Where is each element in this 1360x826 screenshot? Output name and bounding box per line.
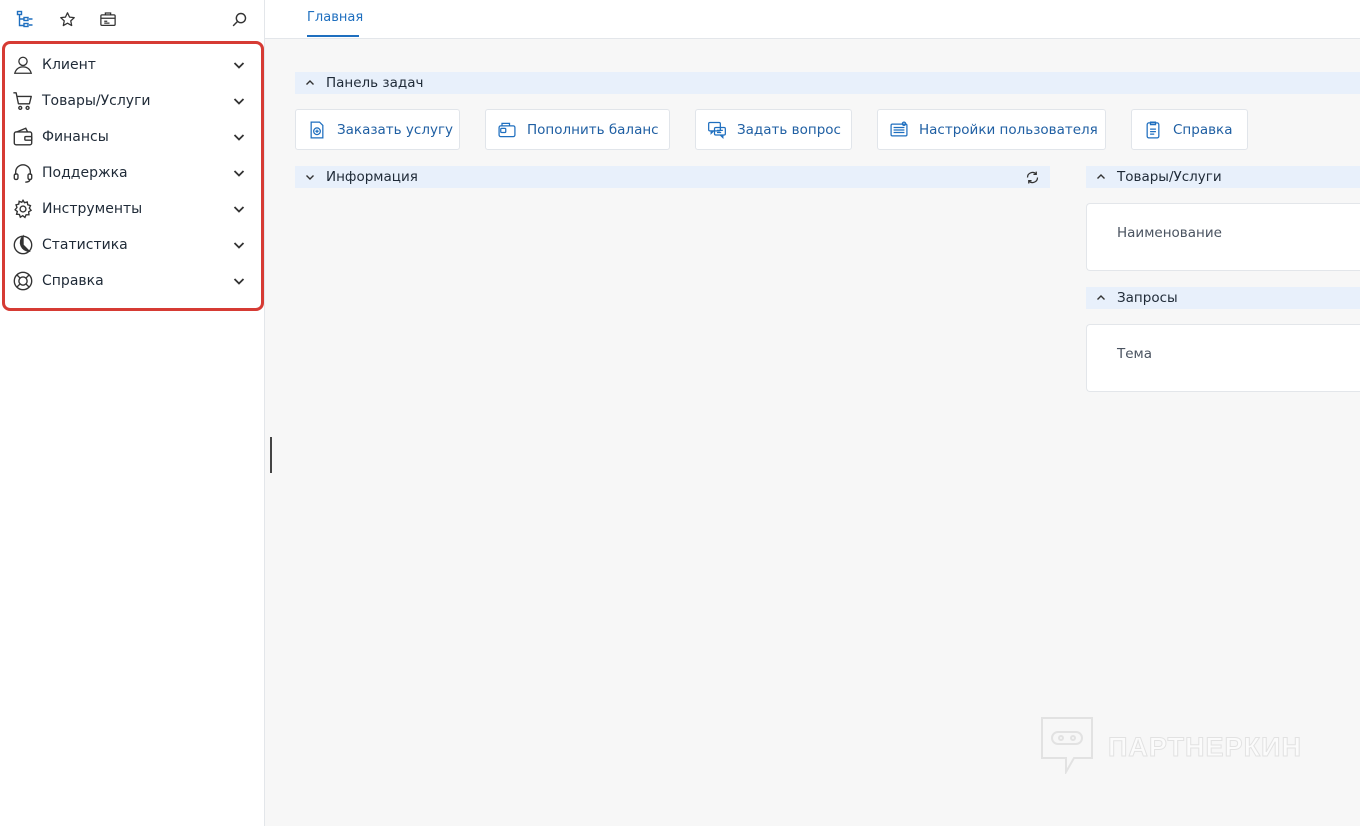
- chat-question-icon: [707, 120, 727, 140]
- tree-structure-icon[interactable]: [16, 10, 34, 28]
- user-settings-label: Настройки пользователя: [919, 121, 1098, 138]
- search-icon[interactable]: [230, 10, 248, 28]
- sidebar: Клиент Товары/Услуги Финансы Поддержка И…: [0, 0, 265, 826]
- menu-item-label: Справка: [42, 273, 104, 289]
- user-settings-button[interactable]: Настройки пользователя: [877, 109, 1106, 150]
- chevron-down-icon[interactable]: [230, 128, 248, 146]
- ask-question-label: Задать вопрос: [737, 121, 841, 138]
- chevron-down-icon[interactable]: [230, 56, 248, 74]
- requests-header[interactable]: Запросы: [1086, 287, 1360, 309]
- chevron-up-icon[interactable]: [1092, 168, 1110, 186]
- column-header-name[interactable]: Наименование: [1117, 225, 1222, 241]
- products-table: Наименование: [1086, 203, 1360, 271]
- menu-item-help[interactable]: Справка: [12, 269, 252, 293]
- taskpanel-header[interactable]: Панель задач: [295, 72, 1360, 94]
- ask-question-button[interactable]: Задать вопрос: [695, 109, 852, 150]
- lifebuoy-icon: [12, 270, 34, 292]
- info-title: Информация: [326, 169, 418, 185]
- requests-table: Тема: [1086, 324, 1360, 392]
- chevron-up-icon[interactable]: [1092, 289, 1110, 307]
- menu-item-label: Инструменты: [42, 201, 143, 217]
- headset-icon: [12, 162, 34, 184]
- products-header[interactable]: Товары/Услуги: [1086, 166, 1360, 188]
- top-up-balance-label: Пополнить баланс: [527, 121, 659, 138]
- chevron-down-icon[interactable]: [230, 236, 248, 254]
- menu-item-support[interactable]: Поддержка: [12, 161, 252, 185]
- tab-active-indicator: [307, 35, 359, 37]
- user-settings-icon: [889, 120, 909, 140]
- watermark-text: ПАРТНЕРКИН: [1108, 731, 1302, 762]
- wallet-plus-icon: [497, 120, 517, 140]
- requests-title: Запросы: [1117, 290, 1178, 306]
- menu-item-statistics[interactable]: Статистика: [12, 233, 252, 257]
- watermark: ПАРТНЕРКИН: [1040, 716, 1302, 778]
- column-header-subject[interactable]: Тема: [1117, 346, 1152, 362]
- menu-item-products[interactable]: Товары/Услуги: [12, 89, 252, 113]
- menu-item-label: Статистика: [42, 237, 128, 253]
- menu-item-label: Товары/Услуги: [42, 93, 151, 109]
- menu-item-label: Финансы: [42, 129, 109, 145]
- gear-icon: [12, 198, 34, 220]
- order-service-label: Заказать услугу: [337, 121, 454, 138]
- watermark-logo-icon: [1040, 716, 1094, 778]
- menu-item-finance[interactable]: Финансы: [12, 125, 252, 149]
- info-header[interactable]: Информация: [295, 166, 1050, 188]
- chevron-down-icon[interactable]: [301, 168, 319, 186]
- order-service-button[interactable]: Заказать услугу: [295, 109, 460, 150]
- chevron-down-icon[interactable]: [230, 272, 248, 290]
- user-icon: [12, 54, 34, 76]
- menu-item-tools[interactable]: Инструменты: [12, 197, 252, 221]
- briefcase-icon[interactable]: [99, 10, 117, 28]
- pie-chart-icon: [12, 234, 34, 256]
- order-service-icon: [307, 120, 327, 140]
- menu-item-label: Поддержка: [42, 165, 128, 181]
- refresh-icon[interactable]: [1024, 169, 1040, 185]
- help-button[interactable]: Справка: [1131, 109, 1248, 150]
- top-up-balance-button[interactable]: Пополнить баланс: [485, 109, 670, 150]
- menu-item-label: Клиент: [42, 57, 96, 73]
- star-icon[interactable]: [58, 10, 76, 28]
- help-document-icon: [1143, 120, 1163, 140]
- tab-main[interactable]: Главная: [307, 10, 363, 25]
- wallet-icon: [12, 126, 34, 148]
- resize-handle[interactable]: [270, 437, 272, 473]
- help-label: Справка: [1173, 121, 1233, 138]
- menu-item-client[interactable]: Клиент: [12, 53, 252, 77]
- chevron-down-icon[interactable]: [230, 92, 248, 110]
- cart-icon: [12, 90, 34, 112]
- tab-bar: Главная: [265, 0, 1360, 39]
- chevron-down-icon[interactable]: [230, 200, 248, 218]
- chevron-down-icon[interactable]: [230, 164, 248, 182]
- products-title: Товары/Услуги: [1117, 169, 1222, 185]
- sidebar-toolbar: [0, 0, 264, 38]
- chevron-up-icon[interactable]: [301, 74, 319, 92]
- taskpanel-title: Панель задач: [326, 75, 424, 91]
